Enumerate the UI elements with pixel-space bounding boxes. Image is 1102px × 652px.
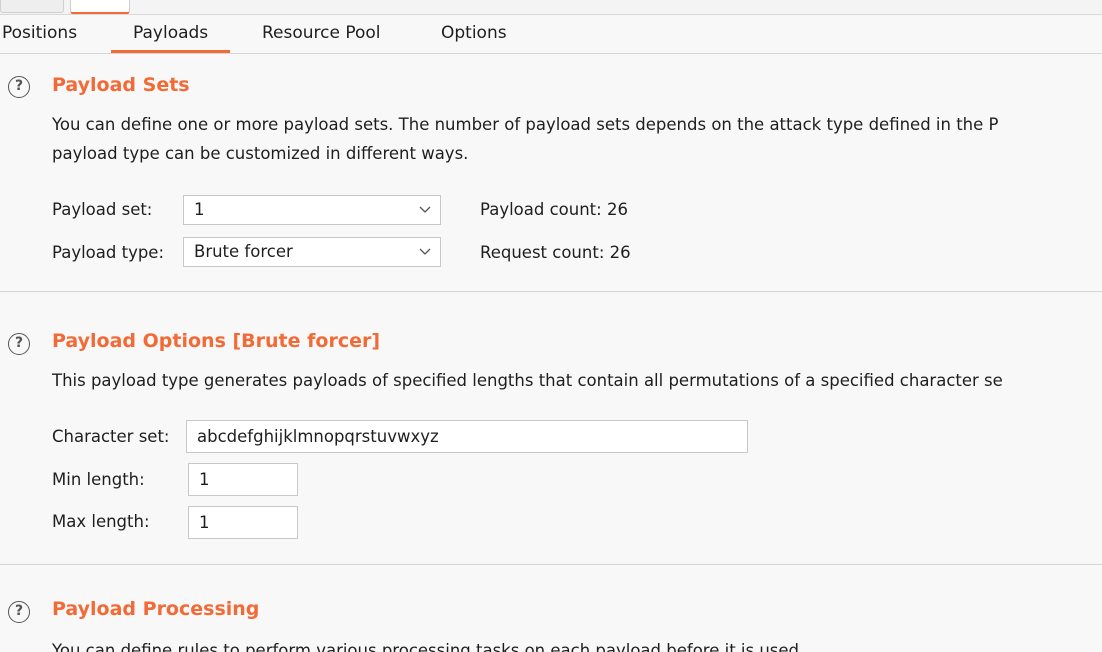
payload-type-value: Brute forcer [194,242,293,261]
tab-payloads[interactable]: Payloads [110,15,231,53]
intruder-payloads-panel: Positions Payloads Resource Pool Options… [0,0,1102,652]
tab-resource-pool[interactable]: Resource Pool [262,15,381,52]
payload-sets-title: Payload Sets [52,74,190,96]
min-length-input[interactable]: 1 [188,463,298,496]
payload-options-title: Payload Options [Brute forcer] [52,330,381,352]
min-length-label: Min length: [52,470,145,489]
payload-processing-title: Payload Processing [52,598,260,620]
parent-tab-strip [0,0,1102,15]
payload-type-label: Payload type: [52,243,165,262]
payload-processing-description: You can define rules to perform various … [52,641,805,652]
character-set-label: Character set: [52,427,170,446]
section-divider [0,564,1102,565]
parent-tab[interactable] [0,0,64,13]
sub-tab-bar: Positions Payloads Resource Pool Options [0,15,1102,54]
tab-positions[interactable]: Positions [2,15,77,52]
payload-options-description: This payload type generates payloads of … [52,371,1003,390]
payload-sets-description-line1: You can define one or more payload sets.… [52,115,999,134]
max-length-label: Max length: [52,512,150,531]
request-count: Request count: 26 [480,243,631,262]
help-icon[interactable]: ? [8,333,30,355]
payload-set-label: Payload set: [52,200,153,219]
payload-set-value: 1 [194,200,205,219]
max-length-input[interactable]: 1 [188,506,298,539]
help-icon[interactable]: ? [8,76,30,98]
payload-type-select[interactable]: Brute forcer [183,237,441,267]
chevron-down-icon [419,248,431,255]
chevron-down-icon [419,206,431,213]
help-icon[interactable]: ? [8,601,30,623]
payload-count: Payload count: 26 [480,200,628,219]
tab-options[interactable]: Options [441,15,507,52]
parent-tab-active[interactable] [70,0,130,14]
payload-set-select[interactable]: 1 [183,195,441,225]
section-divider [0,291,1102,292]
payload-sets-description-line2: payload type can be customized in differ… [52,144,469,163]
character-set-input[interactable]: abcdefghijklmnopqrstuvwxyz [186,420,748,453]
